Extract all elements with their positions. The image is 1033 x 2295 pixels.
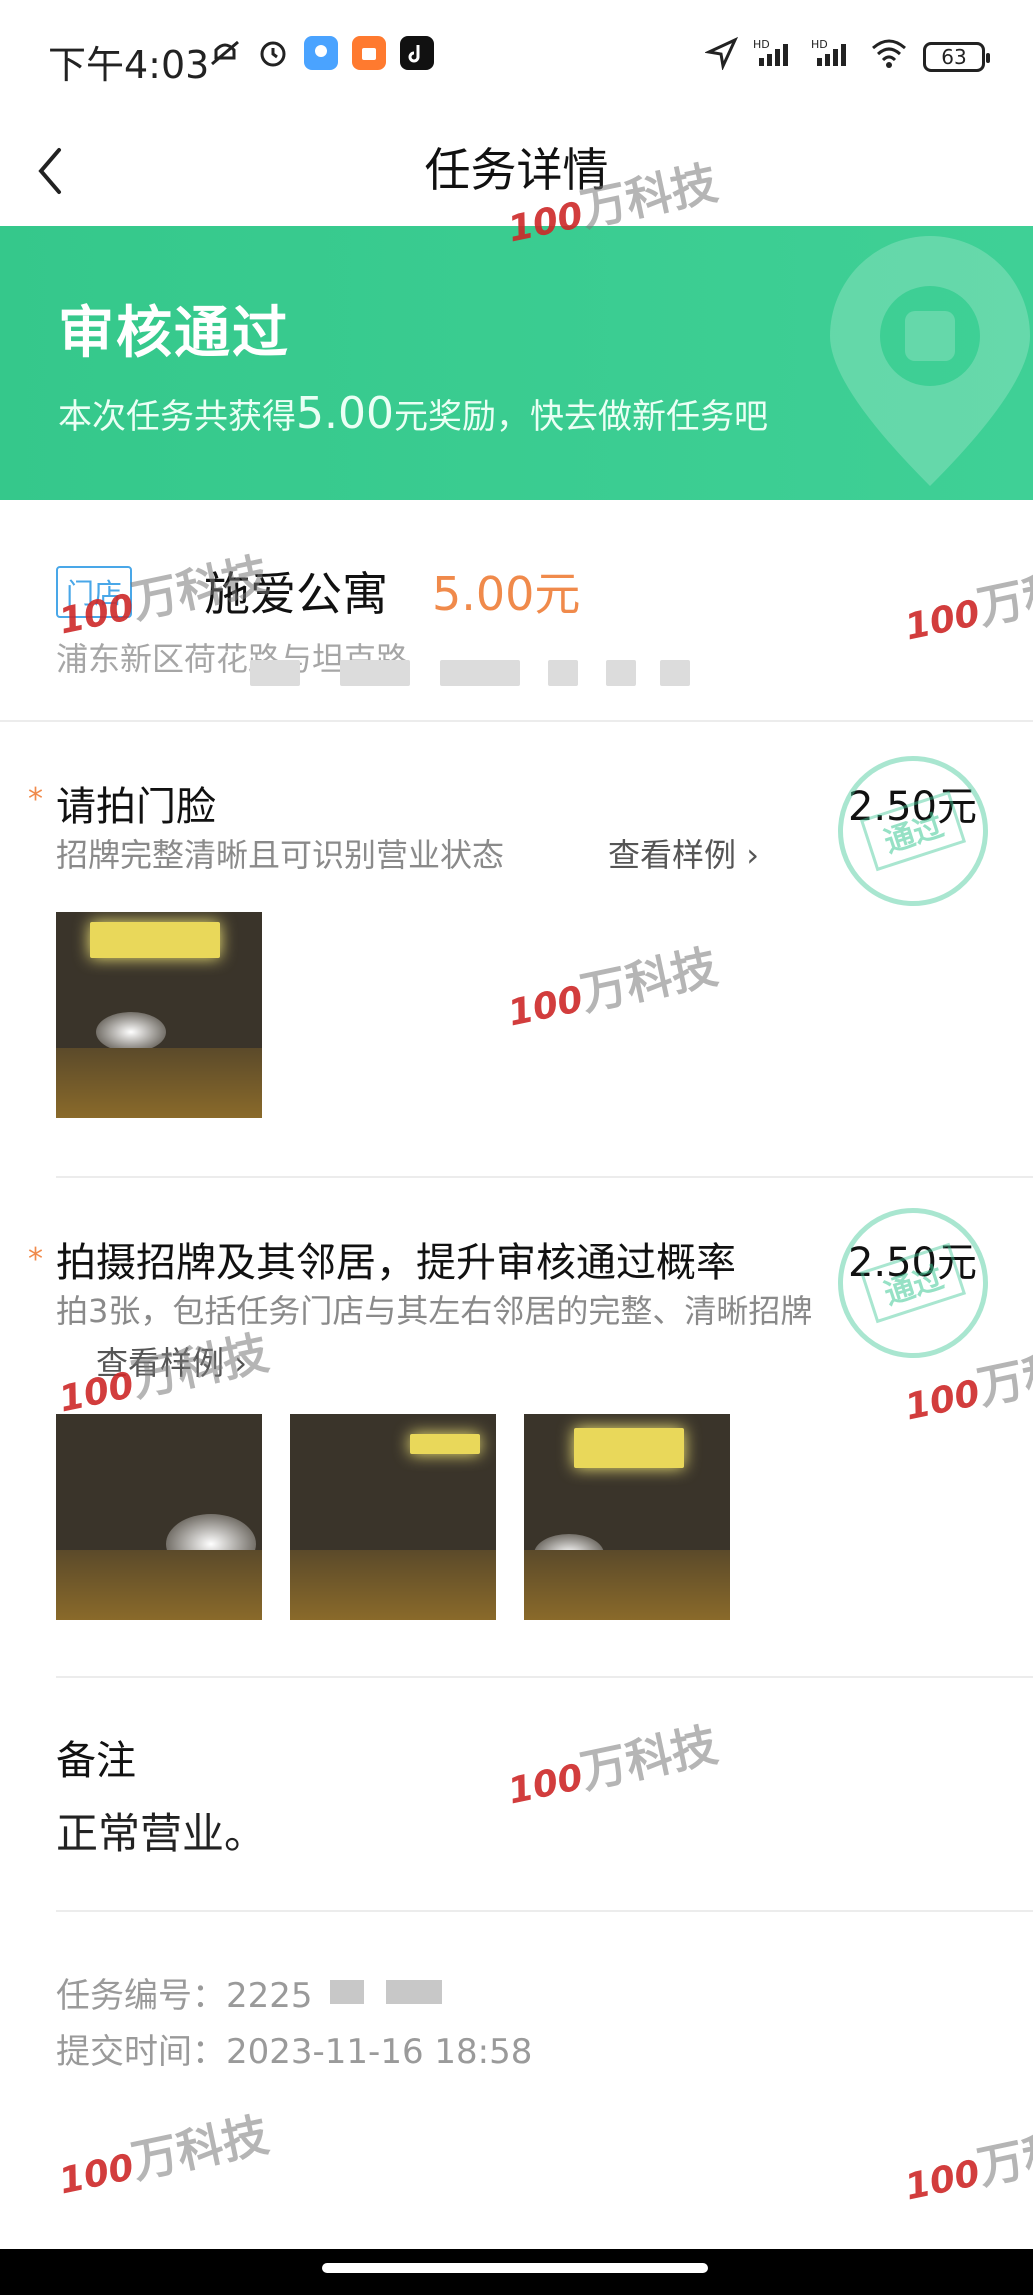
reward-suffix: 元奖励，快去做新任务吧 [393, 397, 768, 437]
watermark-number: 100 [504, 978, 587, 1035]
redacted-address-block [548, 660, 578, 686]
photo-sign [90, 922, 220, 958]
svg-text:HD: HD [811, 38, 828, 51]
store-price: 5.00元 [432, 567, 581, 621]
photo-ground [56, 1048, 262, 1118]
task-description: 招牌完整清晰且可识别营业状态 [56, 836, 505, 874]
notes-text: 正常营业。 [56, 1809, 267, 1858]
reward-prefix: 本次任务共获得 [58, 397, 296, 437]
watermark-text: 万科技 [126, 2107, 274, 2189]
watermark-number: 100 [55, 1364, 138, 1421]
home-indicator[interactable] [322, 2263, 708, 2273]
view-sample-label: 查看样例 [608, 836, 737, 874]
submit-time-value: 2023-11-16 18:58 [226, 2032, 533, 2072]
task-title: 请拍门脸 [56, 784, 216, 830]
photo-thumbnail[interactable] [56, 1414, 262, 1620]
task-item: * 拍摄招牌及其邻居，提升审核通过概率 2.50元 拍3张，包括任务门店与其左右… [0, 1178, 1033, 1678]
approval-status-title: 审核通过 [58, 301, 290, 366]
watermark-text: 万科技 [575, 1717, 723, 1799]
app-map-icon [304, 36, 338, 70]
section-divider [56, 1910, 1033, 1912]
photo-sign [410, 1434, 480, 1454]
task-item: * 请拍门脸 2.50元 招牌完整清晰且可识别营业状态 查看样例 › 通过 [0, 722, 1033, 1182]
home-bar [0, 2249, 1033, 2295]
approved-stamp-label: 通过 [859, 790, 967, 872]
required-asterisk: * [28, 782, 43, 817]
watermark-number: 100 [901, 592, 984, 649]
location-icon [703, 36, 739, 77]
required-asterisk: * [28, 1242, 43, 1277]
wifi-icon [869, 36, 909, 77]
task-title: 拍摄招牌及其邻居，提升审核通过概率 [56, 1240, 736, 1286]
photo-thumbnail[interactable] [290, 1414, 496, 1620]
photo-sign [574, 1428, 684, 1468]
status-bar: 下午4:03 HD HD 63 [0, 0, 1033, 118]
photo-thumbnail[interactable] [56, 912, 262, 1118]
task-description: 拍3张，包括任务门店与其左右邻居的完整、清晰招牌 [56, 1292, 813, 1330]
watermark-number: 100 [55, 586, 138, 643]
watermark-number: 100 [504, 1756, 587, 1813]
view-sample-link[interactable]: 查看样例 › [608, 830, 759, 876]
redacted-id-block [386, 1980, 442, 2004]
watermark-text: 万科技 [972, 2113, 1033, 2195]
watermark-number: 100 [504, 194, 587, 251]
redacted-id-block [330, 1980, 364, 2004]
watermark: 100万科技 [897, 2105, 1033, 2214]
watermark-number: 100 [55, 2146, 138, 2203]
approved-stamp-label: 通过 [859, 1242, 967, 1324]
watermark-number: 100 [901, 1372, 984, 1429]
app-tiktok-icon [400, 36, 434, 70]
status-notification-icons [208, 36, 434, 70]
signal-icon-1: HD [753, 36, 797, 77]
chevron-right-icon: › [746, 836, 759, 874]
photo-thumbnail[interactable] [524, 1414, 730, 1620]
alarm-icon [256, 36, 290, 70]
photo-ground [56, 1550, 262, 1620]
watermark-number: 100 [901, 2152, 984, 2209]
photo-ground [290, 1550, 496, 1620]
approved-stamp: 通过 [818, 736, 1008, 926]
approval-reward-text: 本次任务共获得5.00元奖励，快去做新任务吧 [58, 388, 768, 439]
watermark: 100万科技 [500, 1709, 722, 1818]
task-id-value: 2225 [226, 1976, 313, 2016]
task-id-row: 任务编号：2225 [56, 1968, 313, 2017]
watermark: 100万科技 [51, 2099, 273, 2208]
reward-amount: 5.00 [296, 388, 394, 439]
photo-light [96, 1012, 166, 1052]
notes-label: 备注 [56, 1738, 136, 1784]
approval-banner: 审核通过 本次任务共获得5.00元奖励，快去做新任务吧 [0, 226, 1033, 500]
submit-time-label: 提交时间： [56, 2032, 226, 2072]
app-shop-icon [352, 36, 386, 70]
approved-stamp: 通过 [818, 1188, 1008, 1378]
mute-icon [208, 36, 242, 70]
section-divider [56, 1676, 1033, 1678]
redacted-address-block [250, 660, 300, 686]
task-id-label: 任务编号： [56, 1976, 226, 2016]
submit-time-row: 提交时间：2023-11-16 18:58 [56, 2024, 532, 2073]
signal-icon-2: HD [811, 36, 855, 77]
redacted-address-block [660, 660, 690, 686]
status-time: 下午4:03 [48, 43, 210, 87]
svg-text:HD: HD [753, 38, 770, 51]
battery-indicator: 63 [923, 41, 990, 72]
photo-ground [524, 1550, 730, 1620]
redacted-address-block [440, 660, 520, 686]
status-system-icons: HD HD 63 [703, 36, 990, 77]
map-pin-icon [830, 236, 1030, 486]
redacted-address-block [340, 660, 410, 686]
redacted-address-block [606, 660, 636, 686]
